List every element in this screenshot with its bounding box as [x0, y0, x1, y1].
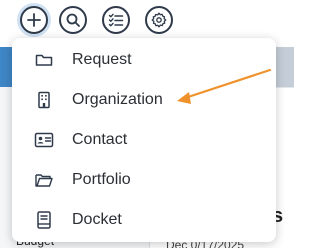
gear-icon — [151, 12, 167, 28]
tasks-button[interactable] — [102, 6, 130, 34]
contact-card-icon — [33, 129, 55, 151]
menu-item-organization[interactable]: Organization — [12, 80, 276, 120]
menu-item-label: Portfolio — [72, 171, 131, 188]
search-icon — [65, 12, 81, 28]
folder-icon — [33, 49, 55, 71]
building-icon — [33, 89, 55, 111]
create-menu: Request Organization Contact Portfolio D… — [12, 38, 276, 242]
menu-item-request[interactable]: Request — [12, 40, 276, 80]
menu-item-portfolio[interactable]: Portfolio — [12, 160, 276, 200]
menu-item-label: Docket — [72, 211, 122, 228]
menu-item-contact[interactable]: Contact — [12, 120, 276, 160]
menu-item-docket[interactable]: Docket — [12, 200, 276, 240]
search-button[interactable] — [59, 6, 87, 34]
settings-button[interactable] — [145, 6, 173, 34]
plus-icon — [26, 12, 42, 28]
menu-item-label: Organization — [72, 91, 163, 108]
menu-item-label: Request — [72, 51, 132, 68]
add-button[interactable] — [20, 6, 48, 34]
menu-item-label: Contact — [72, 131, 128, 148]
portfolio-icon — [33, 169, 55, 191]
checklist-icon — [108, 12, 124, 28]
docket-icon — [33, 209, 55, 231]
